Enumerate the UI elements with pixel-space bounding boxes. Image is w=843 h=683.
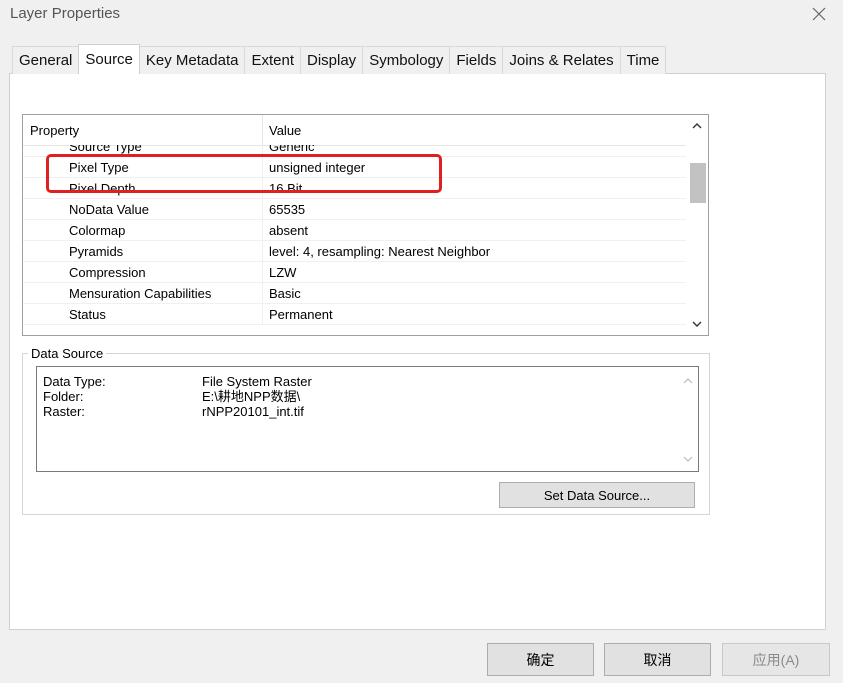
close-icon (812, 7, 826, 21)
property-value: unsigned integer (269, 160, 366, 175)
property-name: NoData Value (69, 202, 149, 217)
table-row[interactable]: Source Type Generic (23, 145, 686, 157)
tab-symbology[interactable]: Symbology (362, 46, 451, 74)
scroll-thumb[interactable] (690, 163, 706, 203)
table-row[interactable]: Pixel Depth 16 Bit (23, 178, 686, 199)
tab-general[interactable]: General (12, 46, 80, 74)
data-source-legend: Data Source (28, 346, 107, 361)
tab-key-metadata[interactable]: Key Metadata (138, 46, 246, 74)
column-divider (262, 262, 263, 283)
column-divider (262, 157, 263, 178)
property-list-header: Property Value (23, 115, 686, 146)
table-row[interactable]: Status Permanent (23, 304, 686, 325)
property-value: absent (269, 223, 309, 238)
property-name: Mensuration Capabilities (69, 286, 212, 301)
tab-source[interactable]: Source (78, 44, 140, 74)
column-divider (262, 283, 263, 304)
data-source-textbox[interactable]: Data Type: File System Raster Folder: E:… (36, 366, 699, 472)
column-divider (262, 241, 263, 262)
property-name: Compression (69, 265, 146, 280)
chevron-up-icon (683, 378, 693, 384)
data-type-label: Data Type: (43, 374, 106, 389)
value-column-header[interactable]: Value (269, 123, 301, 138)
scroll-up-button[interactable] (686, 115, 708, 137)
ok-button[interactable]: 确定 (487, 643, 594, 676)
tab-bar: General Source Key Metadata Extent Displ… (12, 44, 667, 74)
tab-time[interactable]: Time (619, 46, 667, 74)
layer-properties-dialog: Layer Properties General Source Key Meta… (0, 0, 843, 683)
column-divider (262, 145, 263, 157)
chevron-down-icon (683, 456, 693, 462)
folder-value: E:\耕地NPP数据\ (202, 389, 301, 404)
column-divider[interactable] (262, 115, 263, 145)
column-divider (262, 178, 263, 199)
title-bar: Layer Properties (0, 0, 843, 30)
dialog-title: Layer Properties (10, 5, 121, 22)
table-row[interactable]: Compression LZW (23, 262, 686, 283)
raster-value: rNPP20101_int.tif (202, 404, 304, 419)
table-row[interactable]: Pyramids level: 4, resampling: Nearest N… (23, 241, 686, 262)
property-value: level: 4, resampling: Nearest Neighbor (269, 244, 491, 259)
apply-button[interactable]: 应用(A) (722, 643, 830, 676)
close-button[interactable] (804, 2, 834, 26)
chevron-up-icon (692, 123, 702, 129)
column-divider (262, 220, 263, 241)
table-row[interactable]: NoData Value 65535 (23, 199, 686, 220)
property-name: Pyramids (69, 244, 124, 259)
tab-display[interactable]: Display (300, 46, 364, 74)
tab-joins-relates[interactable]: Joins & Relates (502, 46, 621, 74)
property-list[interactable]: Property Value Source Type Generic Pixel… (22, 114, 709, 336)
property-name: Pixel Type (69, 160, 129, 175)
table-row[interactable]: Pixel Type unsigned integer (23, 157, 686, 178)
set-data-source-button[interactable]: Set Data Source... (499, 482, 695, 508)
tab-fields[interactable]: Fields (449, 46, 504, 74)
property-column-header[interactable]: Property (30, 123, 79, 138)
property-name: Status (69, 307, 106, 322)
property-value: Permanent (269, 307, 333, 322)
tab-extent[interactable]: Extent (244, 46, 301, 74)
cancel-button[interactable]: 取消 (604, 643, 711, 676)
property-value: 65535 (269, 202, 306, 217)
property-name: Source Type (69, 145, 142, 154)
scroll-down-button[interactable] (686, 313, 708, 335)
property-value: LZW (269, 265, 297, 280)
raster-label: Raster: (43, 404, 85, 419)
property-list-scrollbar[interactable] (686, 115, 708, 335)
table-row[interactable]: Colormap absent (23, 220, 686, 241)
column-divider (262, 199, 263, 220)
chevron-down-icon (692, 321, 702, 327)
scroll-up-button[interactable] (678, 371, 698, 391)
folder-label: Folder: (43, 389, 84, 404)
property-rows: Source Type Generic Pixel Type unsigned … (23, 145, 686, 335)
property-value: 16 Bit (269, 181, 303, 196)
property-value: Basic (269, 286, 301, 301)
column-divider (262, 304, 263, 325)
property-value: Generic (269, 145, 315, 154)
table-row[interactable]: Mensuration Capabilities Basic (23, 283, 686, 304)
data-type-value: File System Raster (202, 374, 312, 389)
scroll-down-button[interactable] (678, 449, 698, 469)
data-source-scrollbar[interactable] (678, 367, 698, 471)
property-name: Colormap (69, 223, 126, 238)
property-name: Pixel Depth (69, 181, 136, 196)
